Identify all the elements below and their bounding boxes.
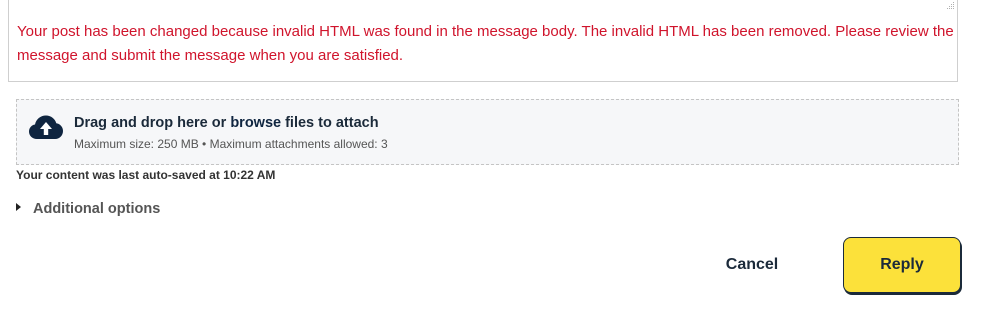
autosave-status: Your content was last auto-saved at 10:2… <box>16 168 276 182</box>
dropzone-suffix: files to attach <box>281 115 379 131</box>
cancel-button[interactable]: Cancel <box>706 250 798 280</box>
dropzone-title: Drag and drop here or browse files to at… <box>74 115 379 131</box>
additional-options-label: Additional options <box>33 201 161 217</box>
browse-files-link[interactable]: browse <box>230 115 281 131</box>
resize-handle-icon[interactable] <box>945 0 955 10</box>
reply-button[interactable]: Reply <box>843 237 961 293</box>
additional-options-toggle[interactable]: Additional options <box>16 201 160 217</box>
attachment-dropzone[interactable]: Drag and drop here or browse files to at… <box>16 99 959 165</box>
message-editor[interactable]: Your post has been changed because inval… <box>8 0 958 82</box>
invalid-html-error: Your post has been changed because inval… <box>17 23 954 64</box>
attachment-limits: Maximum size: 250 MB • Maximum attachmen… <box>74 137 388 151</box>
dropzone-prefix: Drag and drop here or <box>74 115 231 131</box>
caret-right-icon <box>16 203 21 211</box>
cloud-upload-icon <box>29 115 63 139</box>
